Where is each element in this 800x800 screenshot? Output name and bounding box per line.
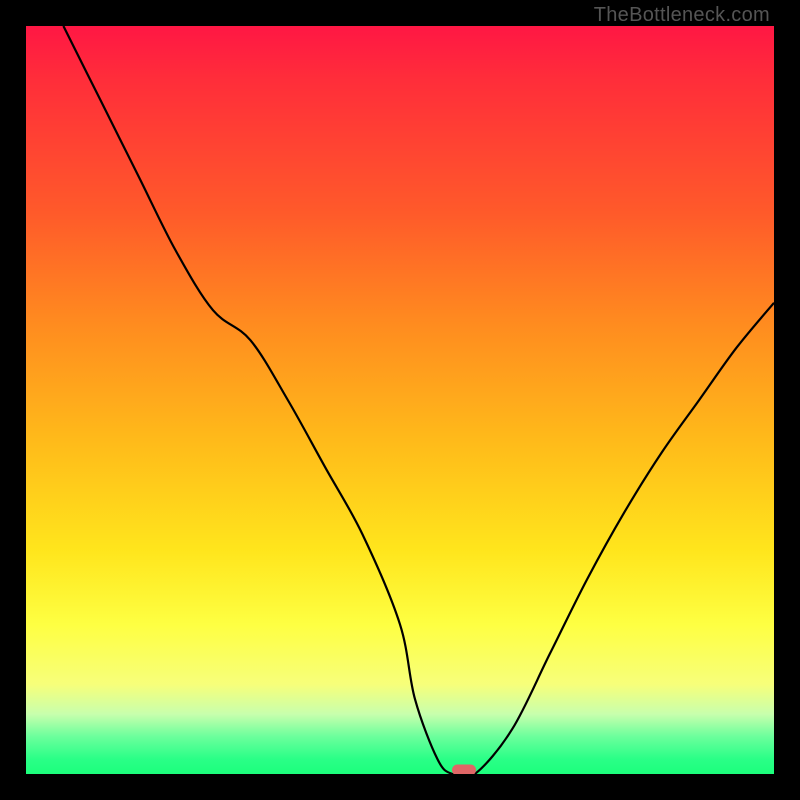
chart-frame: TheBottleneck.com: [0, 0, 800, 800]
min-marker: [452, 765, 476, 774]
plot-area: [26, 26, 774, 774]
line-curve: [26, 26, 774, 774]
curve-path: [63, 26, 774, 774]
watermark-text: TheBottleneck.com: [594, 4, 770, 27]
